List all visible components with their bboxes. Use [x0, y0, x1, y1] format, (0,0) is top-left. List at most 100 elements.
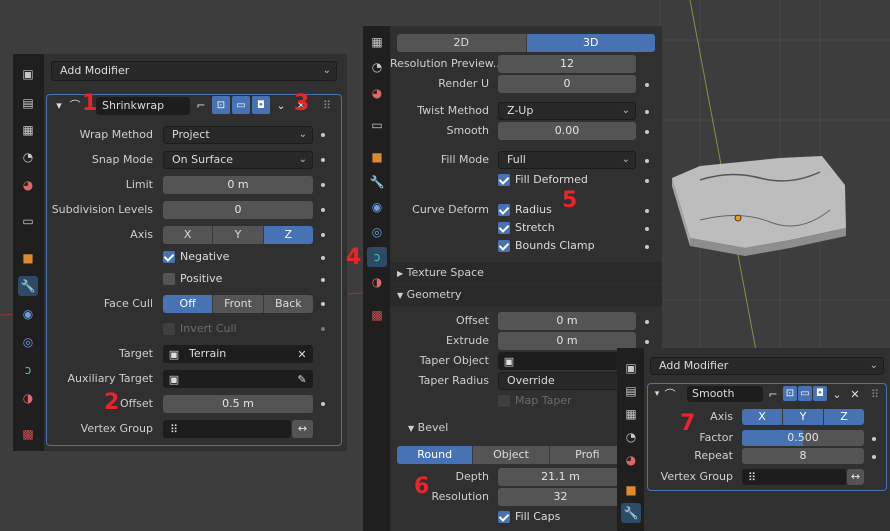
keyframe-dot[interactable] — [321, 233, 325, 237]
offset-field[interactable]: 0.5 m — [163, 395, 313, 413]
object-tab-icon[interactable]: ■ — [367, 147, 387, 167]
keyframe-dot[interactable] — [321, 302, 325, 306]
cull-off-button[interactable]: Off — [163, 295, 214, 313]
dropdown-chevron-icon[interactable]: ⌄ — [274, 98, 288, 112]
axis-z-button[interactable]: Z — [824, 409, 864, 425]
modifier-name-field[interactable]: Smooth — [687, 386, 763, 402]
factor-slider[interactable]: 0.500 — [742, 430, 864, 446]
world-tab-icon[interactable]: ▭ — [18, 211, 38, 231]
bevel-object-button[interactable]: Object — [473, 446, 550, 464]
extrude-field[interactable]: 0 m — [498, 332, 636, 350]
view-layer-tab-icon[interactable]: ◔ — [621, 427, 641, 447]
keyframe-dot[interactable] — [645, 209, 649, 213]
twist-method-dropdown[interactable]: Z-Up ⌄ — [498, 102, 636, 120]
edit-mode-cage-icon[interactable]: ⌐ — [766, 387, 780, 401]
repeat-field[interactable]: 8 — [742, 448, 864, 464]
render-tab-icon[interactable]: ▤ — [18, 93, 38, 113]
resolution-preview-field[interactable]: 12 — [498, 55, 636, 73]
fill-mode-dropdown[interactable]: Full ⌄ — [498, 151, 636, 169]
positive-checkbox[interactable]: Positive — [163, 272, 222, 286]
view-layer-tab-icon[interactable]: ◔ — [367, 57, 387, 77]
fill-deformed-checkbox[interactable]: Fill Deformed — [498, 173, 588, 187]
keyframe-dot[interactable] — [645, 340, 649, 344]
radius-checkbox[interactable]: Radius — [498, 203, 552, 217]
world-tab-icon[interactable]: ▭ — [367, 115, 387, 135]
auxiliary-target-field[interactable] — [163, 370, 313, 388]
axis-x-button[interactable]: X — [742, 409, 783, 425]
keyframe-dot[interactable] — [645, 227, 649, 231]
map-taper-checkbox[interactable]: Map Taper — [498, 394, 572, 408]
dropdown-chevron-icon[interactable]: ⌄ — [830, 387, 844, 401]
keyframe-dot[interactable] — [645, 320, 649, 324]
scene-tab-icon[interactable]: ◕ — [18, 175, 38, 195]
resolution-field[interactable]: 32 — [498, 488, 623, 506]
output-tab-icon[interactable]: ▦ — [18, 120, 38, 140]
invert-vertex-group-icon[interactable]: ↔ — [292, 420, 313, 438]
mode-2d-button[interactable]: 2D — [397, 34, 527, 52]
offset-field[interactable]: 0 m — [498, 312, 636, 330]
stretch-checkbox[interactable]: Stretch — [498, 221, 555, 235]
texture-tab-icon[interactable]: ▩ — [18, 424, 38, 444]
bevel-profile-button[interactable]: Profi — [549, 446, 625, 464]
tool-tab-icon[interactable]: ▣ — [18, 64, 38, 84]
keyframe-dot[interactable] — [321, 402, 325, 406]
collapse-arrow-icon[interactable]: ▾ — [650, 387, 664, 401]
bevel-round-button[interactable]: Round — [397, 446, 474, 464]
object-tab-icon[interactable]: ■ — [18, 248, 38, 268]
bounds-clamp-checkbox[interactable]: Bounds Clamp — [498, 239, 595, 253]
render-u-field[interactable]: 0 — [498, 75, 636, 93]
geometry-header[interactable]: ▼ Geometry — [397, 286, 462, 305]
bevel-header[interactable]: ▼ Bevel — [408, 419, 448, 438]
modifier-name-field[interactable]: Shrinkwrap — [96, 97, 190, 115]
physics-tab-icon[interactable]: ◎ — [367, 222, 387, 242]
scene-tab-icon[interactable]: ◕ — [367, 83, 387, 103]
keyframe-dot[interactable] — [321, 133, 325, 137]
fill-caps-checkbox[interactable]: Fill Caps — [498, 510, 560, 524]
keyframe-dot[interactable] — [645, 130, 649, 134]
keyframe-dot[interactable] — [321, 183, 325, 187]
render-tab-icon[interactable]: ▤ — [621, 381, 641, 401]
negative-checkbox[interactable]: Negative — [163, 250, 229, 264]
data-tab-icon[interactable]: ◑ — [18, 388, 38, 408]
physics-tab-icon[interactable]: ◎ — [18, 332, 38, 352]
cull-front-button[interactable]: Front — [213, 295, 264, 313]
eyedropper-icon[interactable]: ✎ — [295, 372, 309, 386]
output-tab-icon[interactable]: ▦ — [621, 404, 641, 424]
delete-modifier-icon[interactable]: ✕ — [848, 387, 862, 401]
keyframe-dot[interactable] — [321, 278, 325, 282]
invert-cull-checkbox[interactable]: Invert Cull — [163, 322, 237, 336]
depth-field[interactable]: 21.1 m — [498, 468, 623, 486]
texture-space-header[interactable]: ▶ Texture Space — [397, 264, 484, 283]
modifier-tab-icon[interactable]: 🔧 — [367, 172, 387, 192]
viewport-toggle-icon[interactable]: ▭ — [232, 96, 250, 114]
keyframe-dot[interactable] — [645, 110, 649, 114]
axis-x-button[interactable]: X — [163, 226, 214, 244]
smooth-field[interactable]: 0.00 — [498, 122, 636, 140]
target-field[interactable]: Terrain — [163, 345, 313, 363]
drag-handle-icon[interactable]: ⠿ — [868, 387, 882, 401]
axis-z-button[interactable]: Z — [263, 226, 313, 244]
cull-back-button[interactable]: Back — [263, 295, 313, 313]
taper-object-field[interactable] — [498, 352, 636, 370]
keyframe-dot[interactable] — [321, 208, 325, 212]
wrap-method-dropdown[interactable]: Project ⌄ — [163, 126, 313, 144]
keyframe-dot[interactable] — [645, 159, 649, 163]
keyframe-dot[interactable] — [645, 83, 649, 87]
edit-mode-cage-icon[interactable]: ⌐ — [194, 98, 208, 112]
view-layer-tab-icon[interactable]: ◔ — [18, 147, 38, 167]
constraints-tab-icon[interactable]: ↄ — [18, 360, 38, 380]
vertex-group-field[interactable] — [163, 420, 291, 438]
axis-y-button[interactable]: Y — [783, 409, 824, 425]
modifier-tab-icon[interactable]: 🔧 — [18, 276, 38, 296]
clear-target-icon[interactable]: ✕ — [295, 347, 309, 361]
curve-data-tab-icon[interactable]: ↄ — [367, 247, 387, 267]
keyframe-dot[interactable] — [645, 245, 649, 249]
edit-mode-toggle-icon[interactable]: ⊡ — [783, 386, 797, 401]
invert-vertex-group-icon[interactable]: ↔ — [847, 469, 864, 485]
render-toggle-icon[interactable]: ◘ — [252, 96, 270, 114]
object-tab-icon[interactable]: ■ — [621, 480, 641, 500]
collapse-arrow-icon[interactable]: ▾ — [52, 98, 66, 112]
particles-tab-icon[interactable]: ◉ — [367, 197, 387, 217]
particles-tab-icon[interactable]: ◉ — [18, 304, 38, 324]
mode-3d-button[interactable]: 3D — [526, 34, 655, 52]
